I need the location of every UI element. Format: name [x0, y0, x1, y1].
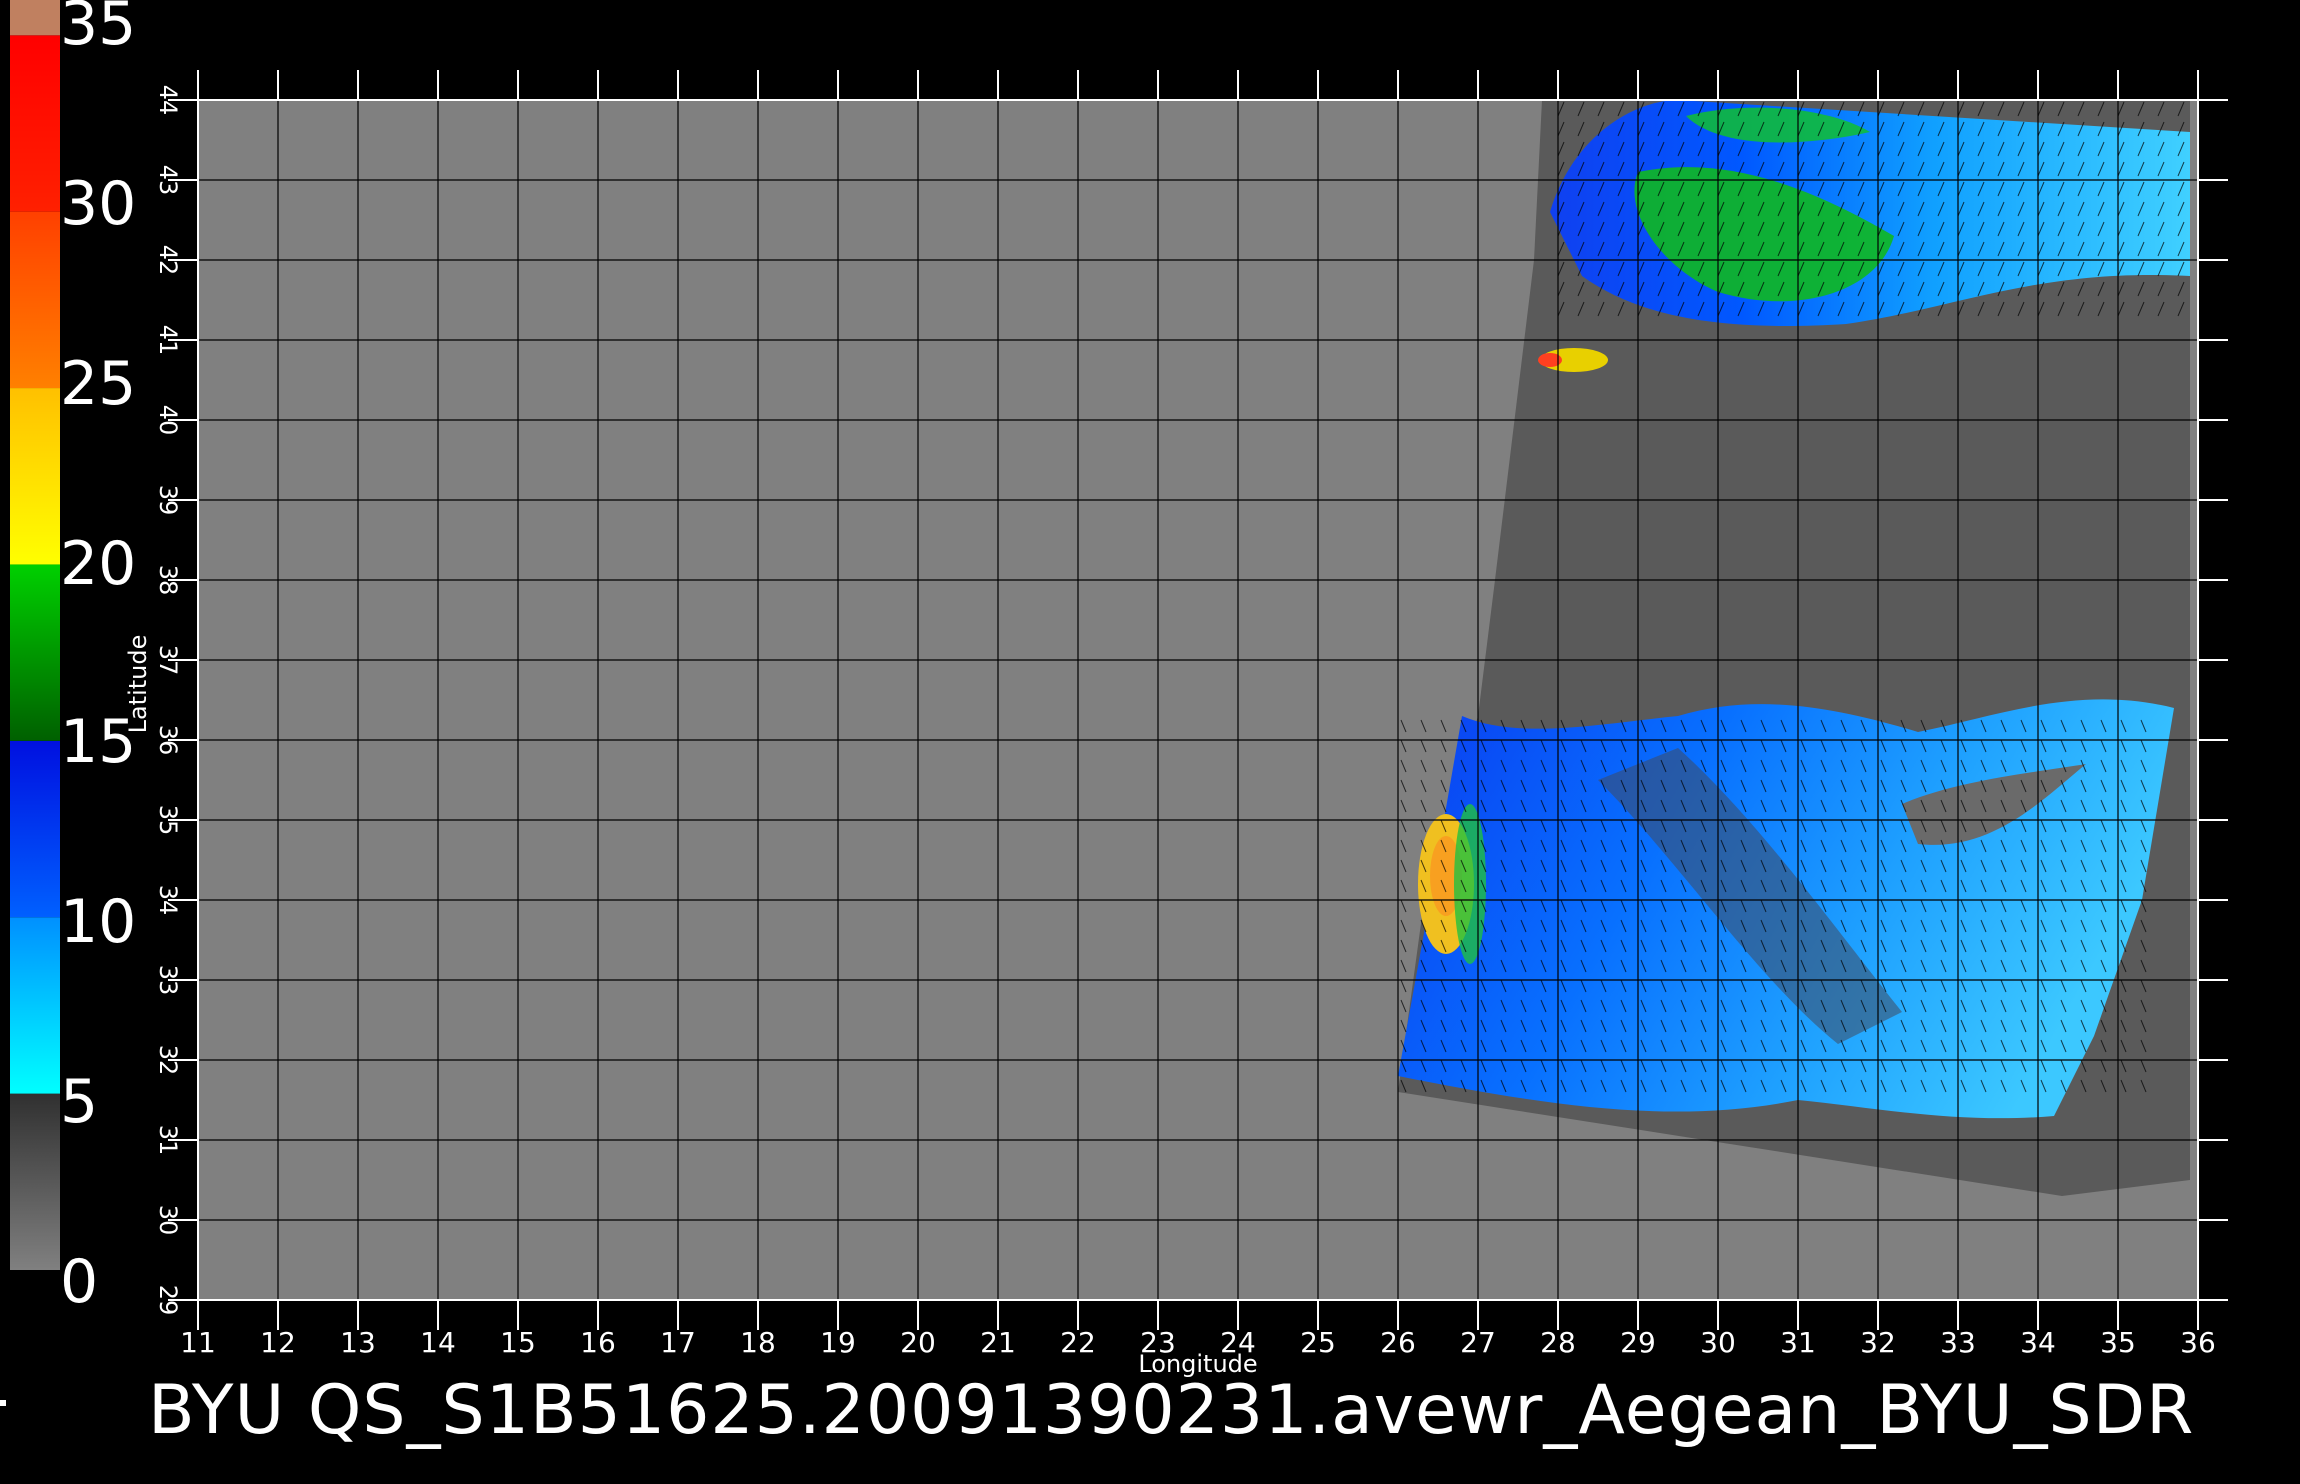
- lon-tick-label: 28: [1540, 1326, 1576, 1359]
- lat-tick-label: 30: [154, 1205, 182, 1236]
- colorbar-label-15: 15: [60, 707, 137, 777]
- lat-tick-label: 40: [154, 405, 182, 436]
- lon-tick-label: 11: [180, 1326, 216, 1359]
- lon-tick-label: 26: [1380, 1326, 1416, 1359]
- lat-tick-label: 29: [154, 1285, 182, 1316]
- lon-tick-label: 22: [1060, 1326, 1096, 1359]
- colorbar-label-5: 5: [60, 1067, 99, 1137]
- lat-tick-label: 42: [154, 245, 182, 276]
- colorbar-segment: [10, 917, 60, 1094]
- lat-tick-label: 41: [154, 325, 182, 356]
- lat-tick-label: 34: [154, 885, 182, 916]
- colorbar-segment: [10, 0, 60, 36]
- colorbar-label-35: 35: [60, 0, 137, 59]
- lat-tick-label: 43: [154, 165, 182, 196]
- lat-tick-label: 44: [154, 85, 182, 116]
- colorbar-label-25: 25: [60, 349, 137, 419]
- lon-tick-label: 21: [980, 1326, 1016, 1359]
- lon-tick-label: 19: [820, 1326, 856, 1359]
- lon-tick-label: 25: [1300, 1326, 1336, 1359]
- colorbar-label-20: 20: [60, 529, 137, 599]
- lon-tick-label: 27: [1460, 1326, 1496, 1359]
- lon-tick-label: 20: [900, 1326, 936, 1359]
- lon-tick-label: 16: [580, 1326, 616, 1359]
- lon-tick-label: 12: [260, 1326, 296, 1359]
- colorbar-segment: [10, 35, 60, 212]
- no-data-right: [2190, 100, 2198, 1300]
- colorbar-segment: [10, 388, 60, 565]
- colorbar-segment: [10, 1093, 60, 1270]
- figure-title: BYU QS_S1B51625.20091390231.avewr_Aegean…: [148, 1371, 2195, 1450]
- lat-tick-label: 39: [154, 485, 182, 516]
- lon-tick-label: 17: [660, 1326, 696, 1359]
- lat-tick-label: 31: [154, 1125, 182, 1156]
- lat-tick-label: 38: [154, 565, 182, 596]
- wind-map-figure: 11 12 13 14 15 16 17 18 19 20 21 22 23 24 25 26 27 28 29 30…: [0, 0, 2300, 1480]
- lat-tick-label: 37: [154, 645, 182, 676]
- colorbar-segment: [10, 740, 60, 918]
- colorbar-segment: [10, 564, 60, 741]
- colorbar-label-0: 0: [60, 1247, 99, 1317]
- lat-tick-label: 32: [154, 1045, 182, 1076]
- lon-tick-label: 33: [1940, 1326, 1976, 1359]
- lon-tick-label: 29: [1620, 1326, 1656, 1359]
- lon-tick-label: 13: [340, 1326, 376, 1359]
- map-plot: 11 12 13 14 15 16 17 18 19 20 21 22 23 24 25 26 27 28 29 30…: [10, 0, 2228, 1378]
- lon-tick-label: 34: [2020, 1326, 2056, 1359]
- lon-tick-label: 15: [500, 1326, 536, 1359]
- lon-tick-label: 18: [740, 1326, 776, 1359]
- lat-tick-label: 35: [154, 805, 182, 836]
- lon-tick-label: 30: [1700, 1326, 1736, 1359]
- edge-marker: [0, 1400, 6, 1406]
- lon-tick-label: 31: [1780, 1326, 1816, 1359]
- colorbar-label-30: 30: [60, 169, 137, 239]
- lon-tick-label: 14: [420, 1326, 456, 1359]
- lon-tick-label: 35: [2100, 1326, 2136, 1359]
- colorbar-segment: [10, 211, 60, 389]
- lon-tick-label: 32: [1860, 1326, 1896, 1359]
- lat-tick-label: 33: [154, 965, 182, 996]
- lat-tick-label: 36: [154, 725, 182, 756]
- lon-tick-label: 36: [2180, 1326, 2216, 1359]
- colorbar-label-10: 10: [60, 887, 137, 957]
